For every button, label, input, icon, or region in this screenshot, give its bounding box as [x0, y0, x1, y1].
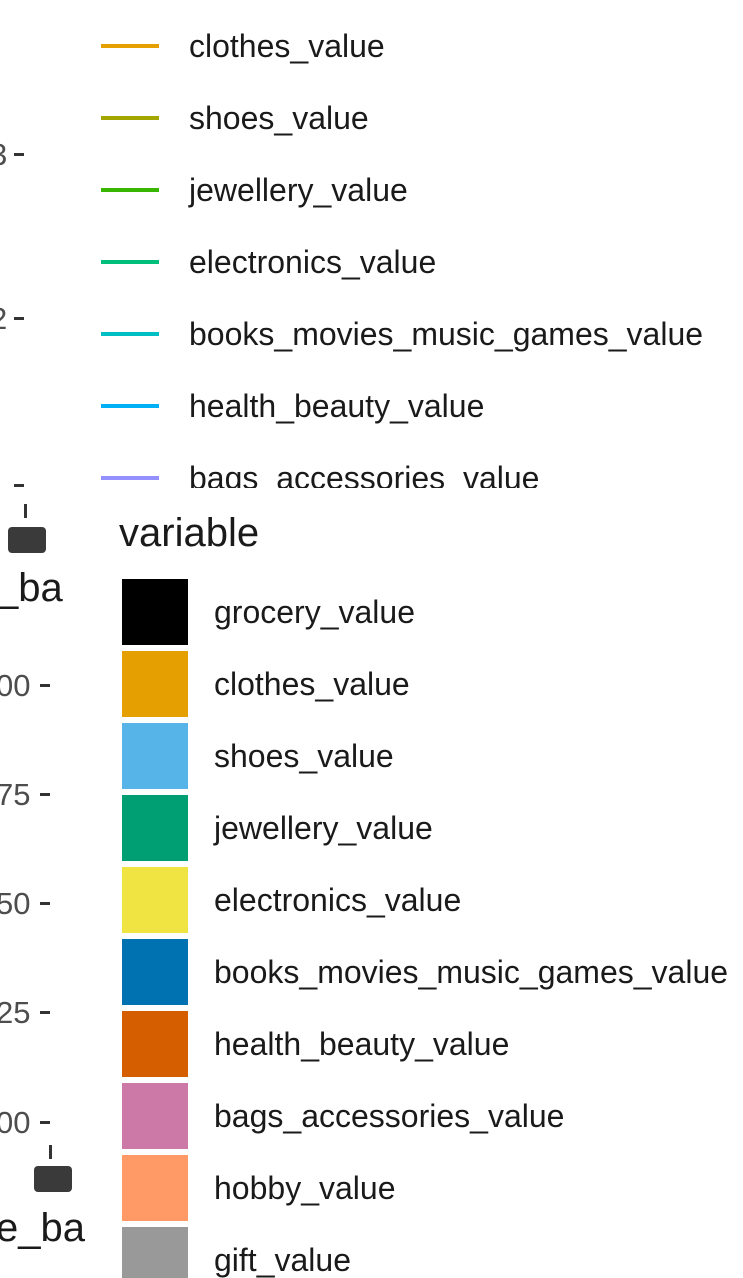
legend-item: grocery_value [0, 579, 743, 651]
legend-fill-key [122, 1083, 188, 1149]
legend-label: electronics_value [214, 882, 462, 918]
legend-label: shoes_value [214, 738, 394, 774]
legend-label: clothes_value [189, 28, 385, 64]
legend-item: shoes_value [0, 723, 743, 795]
legend-label: shoes_value [189, 100, 369, 136]
legend-item: clothes_value [0, 651, 743, 723]
legend-line-key [101, 260, 159, 264]
legend-label: gift_value [214, 1242, 351, 1278]
legend-line-key [101, 44, 159, 48]
legend-fill-key [122, 1227, 188, 1278]
legend-item: gift_value [0, 1227, 743, 1278]
legend-item: health_beauty_value [0, 1011, 743, 1083]
legend-item: electronics_value [0, 867, 743, 939]
fill-legend: variable grocery_value clothes_valueshoes… [0, 500, 743, 1278]
legend-label: books_movies_music_games_value [214, 954, 729, 990]
legend-fill-key [122, 1155, 188, 1221]
legend-line-key [101, 332, 159, 336]
legend-item: bags_accessories_value [0, 1083, 743, 1155]
legend-label: electronics_value [189, 244, 437, 280]
legend-fill-key [122, 1011, 188, 1077]
legend-line-key [101, 476, 159, 480]
legend-fill-key [122, 723, 188, 789]
legend-label: health_beauty_value [214, 1026, 510, 1062]
legend-item: jewellery_value [0, 795, 743, 867]
legend-label: grocery_value [214, 594, 415, 630]
legend-line-key [101, 404, 159, 408]
legend-label: hobby_value [214, 1170, 396, 1206]
legend-label: health_beauty_value [189, 388, 485, 424]
legend-fill-key [122, 579, 188, 645]
legend-item: hobby_value [0, 1155, 743, 1227]
legend-line-key [101, 188, 159, 192]
legend-fill-key [122, 795, 188, 861]
legend-item: bags_accessories_value [0, 460, 743, 488]
legend-line-key [101, 116, 159, 120]
legend-label: clothes_value [214, 666, 410, 702]
legend-label: books_movies_music_games_value [189, 316, 704, 352]
line-legend: clothes_value shoes_value jewellery_valuee… [0, 0, 743, 488]
legend-fill-key [122, 939, 188, 1005]
legend-label: bags_accessories_value [189, 460, 540, 488]
legend-item: books_movies_music_games_value [0, 939, 743, 1011]
legend-label: jewellery_value [189, 172, 408, 208]
legend-item: clothes_value [0, 28, 743, 118]
legend-label: jewellery_value [214, 810, 433, 846]
legend-title: variable [119, 511, 260, 555]
legend-fill-key [122, 867, 188, 933]
legend-fill-key [122, 651, 188, 717]
legend-label: bags_accessories_value [214, 1098, 565, 1134]
